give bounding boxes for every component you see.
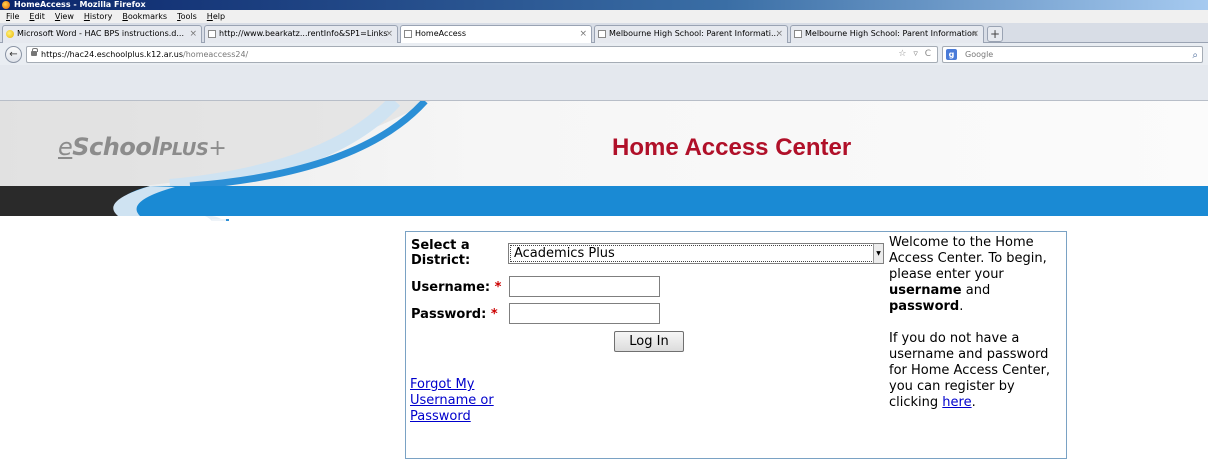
search-bar[interactable]: g Google ⌕	[942, 46, 1203, 63]
url-bar[interactable]: https://hac24.eschoolplus.k12.ar.us/home…	[26, 46, 938, 63]
new-tab-button[interactable]: +	[987, 26, 1003, 42]
welcome-paragraph: Welcome to the Home Access Center. To be…	[889, 235, 1047, 314]
page-title: Home Access Center	[612, 134, 852, 161]
tab-strip: Microsoft Word - HAC BPS instructions.d.…	[0, 23, 1208, 44]
tab-label: Melbourne High School: Parent Informatio…	[805, 29, 977, 38]
tab-close-icon[interactable]: ×	[775, 26, 783, 42]
tab-label: HomeAccess	[415, 29, 467, 38]
tab-close-icon[interactable]: ×	[189, 26, 197, 42]
bookmark-star-icon[interactable]: ☆ ▿ C	[898, 47, 933, 62]
menu-bar: File Edit View History Bookmarks Tools H…	[0, 10, 1208, 23]
tab-melbourne-2[interactable]: Melbourne High School: Parent Informatio…	[790, 25, 984, 43]
url-scheme: https://hac24.	[41, 50, 97, 59]
tab-label: http://www.bearkatz...rentInfo&SP1=Links	[219, 29, 388, 38]
tab-label: Melbourne High School: Parent Informati.…	[609, 29, 779, 38]
banner-swoosh-art	[0, 101, 1208, 221]
menu-view[interactable]: View	[55, 10, 74, 23]
tab-close-icon[interactable]: ×	[971, 26, 979, 42]
window-title: HomeAccess - Mozilla Firefox	[14, 0, 146, 9]
toolbar-spacer	[0, 65, 1208, 101]
district-label: Select a District:	[411, 238, 471, 268]
page-icon	[404, 30, 412, 38]
tab-label: Microsoft Word - HAC BPS instructions.d.…	[17, 29, 184, 38]
district-selected-value: Academics Plus	[514, 246, 615, 261]
tab-homeaccess[interactable]: HomeAccess ×	[400, 25, 592, 44]
google-search-engine-icon[interactable]: g	[946, 49, 957, 60]
tab-word-doc[interactable]: Microsoft Word - HAC BPS instructions.d.…	[2, 25, 202, 43]
password-label: Password: *	[411, 307, 498, 322]
menu-help[interactable]: Help	[207, 10, 225, 23]
url-path: /homeaccess24/	[183, 50, 249, 59]
tab-bearkatz[interactable]: http://www.bearkatz...rentInfo&SP1=Links…	[204, 25, 398, 43]
page-icon	[794, 30, 802, 38]
username-label: Username: *	[411, 280, 502, 295]
required-marker: *	[490, 307, 498, 322]
word-doc-icon	[6, 30, 14, 38]
menu-file[interactable]: File	[6, 10, 19, 23]
page-icon	[598, 30, 606, 38]
window-titlebar: HomeAccess - Mozilla Firefox	[0, 0, 1208, 10]
menu-edit[interactable]: Edit	[29, 10, 45, 23]
page-content: eSchoolPLUS+ Home Access Center Select a…	[0, 101, 1208, 459]
district-select[interactable]: Academics Plus ▼	[508, 243, 884, 264]
welcome-text: Welcome to the Home Access Center. To be…	[889, 235, 1061, 411]
back-button[interactable]: ←	[5, 46, 22, 63]
menu-history[interactable]: History	[84, 10, 112, 23]
eschoolplus-logo: eSchoolPLUS+	[58, 133, 227, 161]
required-marker: *	[494, 280, 502, 295]
chevron-down-icon[interactable]: ▼	[873, 244, 883, 263]
search-placeholder: Google	[965, 50, 994, 59]
menu-tools[interactable]: Tools	[177, 10, 197, 23]
tab-melbourne-1[interactable]: Melbourne High School: Parent Informati.…	[594, 25, 788, 43]
register-paragraph: If you do not have a username and passwo…	[889, 331, 1051, 410]
firefox-icon	[2, 1, 10, 9]
login-panel: Select a District: Academics Plus ▼ User…	[405, 231, 1067, 459]
tab-close-icon[interactable]: ×	[385, 26, 393, 42]
lock-icon	[31, 48, 38, 56]
url-host: eschoolplus.k12.ar.us	[96, 50, 184, 59]
page-icon	[208, 30, 216, 38]
search-icon[interactable]: ⌕	[1192, 48, 1198, 63]
menu-bookmarks[interactable]: Bookmarks	[122, 10, 167, 23]
register-here-link[interactable]: here	[942, 395, 971, 410]
login-button[interactable]: Log In	[614, 331, 684, 352]
password-input[interactable]	[509, 303, 660, 324]
forgot-credentials-link[interactable]: Forgot My Username or Password	[410, 377, 510, 425]
navigation-bar: ← https://hac24.eschoolplus.k12.ar.us/ho…	[0, 43, 1208, 65]
tab-close-icon[interactable]: ×	[579, 26, 587, 42]
username-input[interactable]	[509, 276, 660, 297]
